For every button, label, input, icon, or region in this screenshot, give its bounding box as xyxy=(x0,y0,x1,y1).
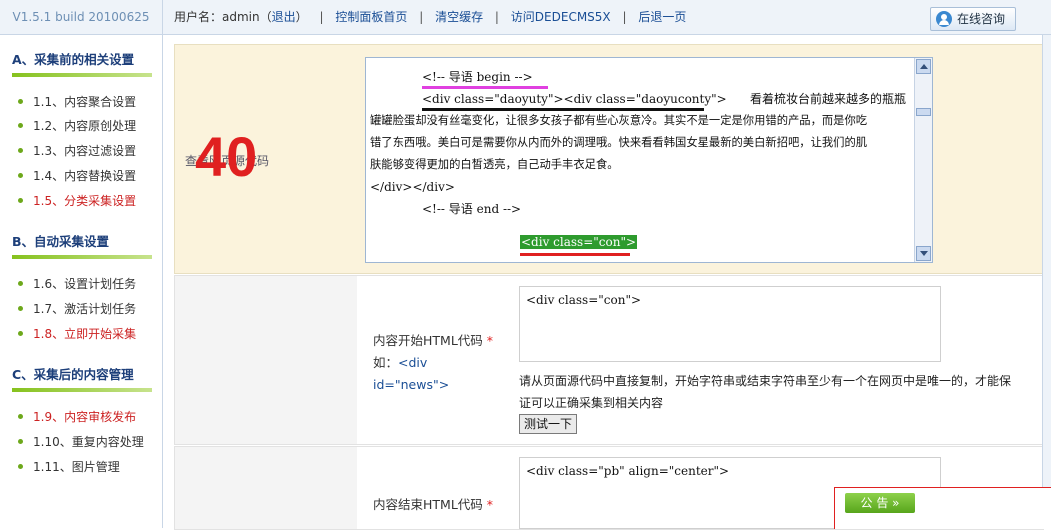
scroll-up-button[interactable] xyxy=(916,59,931,74)
bullet-icon xyxy=(18,306,23,311)
source-line: 看着梳妆台前越来越多的瓶瓶 xyxy=(750,92,907,106)
bullet-icon xyxy=(18,439,23,444)
sidebar-item[interactable]: 1.5、分类采集设置 xyxy=(18,192,136,209)
source-line: <!-- 导语 end --> xyxy=(422,202,522,216)
required-mark: * xyxy=(486,497,494,512)
source-code-row: 查看网页源代码 40 <!-- 导语 begin --> <div class=… xyxy=(174,44,1044,274)
scroll-down-button[interactable] xyxy=(916,246,931,261)
sidebar-item[interactable]: 1.7、激活计划任务 xyxy=(18,300,136,317)
sidebar-item[interactable]: 1.2、内容原创处理 xyxy=(18,117,136,134)
chevron-down-icon xyxy=(920,251,928,256)
red-underline xyxy=(520,253,630,256)
sidebar-item[interactable]: 1.8、立即开始采集 xyxy=(18,325,136,342)
sidebar-item[interactable]: 1.10、重复内容处理 xyxy=(18,433,144,450)
notice-tab[interactable]: 公 告 » xyxy=(845,493,915,513)
start-html-row: 内容开始HTML代码 * 如：<div id="news"> <div class… xyxy=(174,275,1044,445)
bullet-icon xyxy=(18,414,23,419)
bullet-icon xyxy=(18,331,23,336)
sidebar-section-title: B、自动采集设置 xyxy=(12,234,110,249)
sidebar-item[interactable]: 1.9、内容审核发布 xyxy=(18,408,136,425)
bullet-icon xyxy=(18,281,23,286)
hint-text: 证可以正确采集到相关内容 xyxy=(519,396,664,410)
sidebar-section-title: A、采集前的相关设置 xyxy=(12,52,135,67)
main-content: 查看网页源代码 40 <!-- 导语 begin --> <div class=… xyxy=(174,44,1044,530)
online-consult-button[interactable]: 在线咨询 xyxy=(930,7,1016,31)
sidebar-item[interactable]: 1.3、内容过滤设置 xyxy=(18,142,136,159)
sidebar-section-title: C、采集后的内容管理 xyxy=(12,367,134,382)
scroll-thumb[interactable] xyxy=(916,108,931,116)
start-html-label: 内容开始HTML代码 * xyxy=(373,333,494,348)
end-html-label: 内容结束HTML代码 * xyxy=(373,497,494,512)
bullet-icon xyxy=(18,464,23,469)
source-line: 错了东西哦。美白可是需要你从内而外的调理哦。快来看看韩国女星最新的美白新招吧，让… xyxy=(370,136,868,149)
sidebar-item[interactable]: 1.6、设置计划任务 xyxy=(18,275,136,292)
top-nav: 用户名：admin（退出） | 控制面板首页 | 清空缓存 | 访问DEDECM… xyxy=(174,10,687,24)
user-label: 用户名：admin xyxy=(174,10,260,24)
nav-link-back[interactable]: 后退一页 xyxy=(638,10,686,24)
bullet-icon xyxy=(18,148,23,153)
source-line: <div class="daoyuty"><div class="daoyuco… xyxy=(422,92,727,106)
nav-link-clear-cache[interactable]: 清空缓存 xyxy=(435,10,483,24)
version-label: V1.5.1 build 20100625 xyxy=(0,0,163,34)
user-support-icon xyxy=(936,11,952,27)
sidebar-item[interactable]: 1.1、内容聚合设置 xyxy=(18,93,136,110)
nav-link-dashboard[interactable]: 控制面板首页 xyxy=(335,10,407,24)
start-html-example: 如：<div id="news"> xyxy=(373,355,450,392)
required-mark: * xyxy=(486,333,494,348)
source-line: </div></div> xyxy=(370,180,455,194)
section-divider xyxy=(12,388,152,392)
test-button[interactable]: 测试一下 xyxy=(519,414,578,434)
top-bar: V1.5.1 build 20100625 用户名：admin（退出） | 控制… xyxy=(0,0,1051,35)
step-number-overlay: 40 xyxy=(195,125,258,188)
bullet-icon xyxy=(18,123,23,128)
bullet-icon xyxy=(18,198,23,203)
page-source-viewer[interactable]: <!-- 导语 begin --> <div class="daoyuty"><… xyxy=(365,57,933,263)
hint-text: 请从页面源代码中直接复制，开始字符串或结束字符串至少有一个在网页中是唯一的，才能… xyxy=(519,374,1012,388)
sidebar-item[interactable]: 1.11、图片管理 xyxy=(18,458,120,475)
start-html-textarea[interactable]: <div class="con"> xyxy=(519,286,941,362)
source-line: 罐罐脸蛋却没有丝毫变化，让很多女孩子都有些心灰意冷。其实不是一定是你用错的产品，… xyxy=(370,114,868,127)
notice-popup[interactable]: 公 告 » xyxy=(834,487,1051,529)
sidebar-item[interactable]: 1.4、内容替换设置 xyxy=(18,167,136,184)
online-consult-label: 在线咨询 xyxy=(957,12,1006,26)
bullet-icon xyxy=(18,173,23,178)
section-divider xyxy=(12,255,152,259)
source-scrollbar[interactable] xyxy=(914,58,932,262)
row-label-cell: 查看网页源代码 40 xyxy=(175,45,357,273)
chevron-up-icon xyxy=(920,64,928,69)
source-line-highlighted: <div class="con"> xyxy=(520,235,638,249)
row-label-cell xyxy=(175,276,357,444)
page-scrollbar[interactable] xyxy=(1042,35,1051,528)
logout-link[interactable]: 退出 xyxy=(272,10,296,24)
sidebar: A、采集前的相关设置 1.1、内容聚合设置 1.2、内容原创处理 1.3、内容过… xyxy=(0,35,163,528)
source-line: 肤能够变得更加的白皙透亮，自己动手丰衣足食。 xyxy=(370,158,619,171)
bullet-icon xyxy=(18,99,23,104)
row-label-cell xyxy=(175,447,357,529)
section-divider xyxy=(12,73,152,77)
nav-link-visit-site[interactable]: 访问DEDECMS5X xyxy=(511,10,611,24)
source-line: <!-- 导语 begin --> xyxy=(422,70,533,84)
